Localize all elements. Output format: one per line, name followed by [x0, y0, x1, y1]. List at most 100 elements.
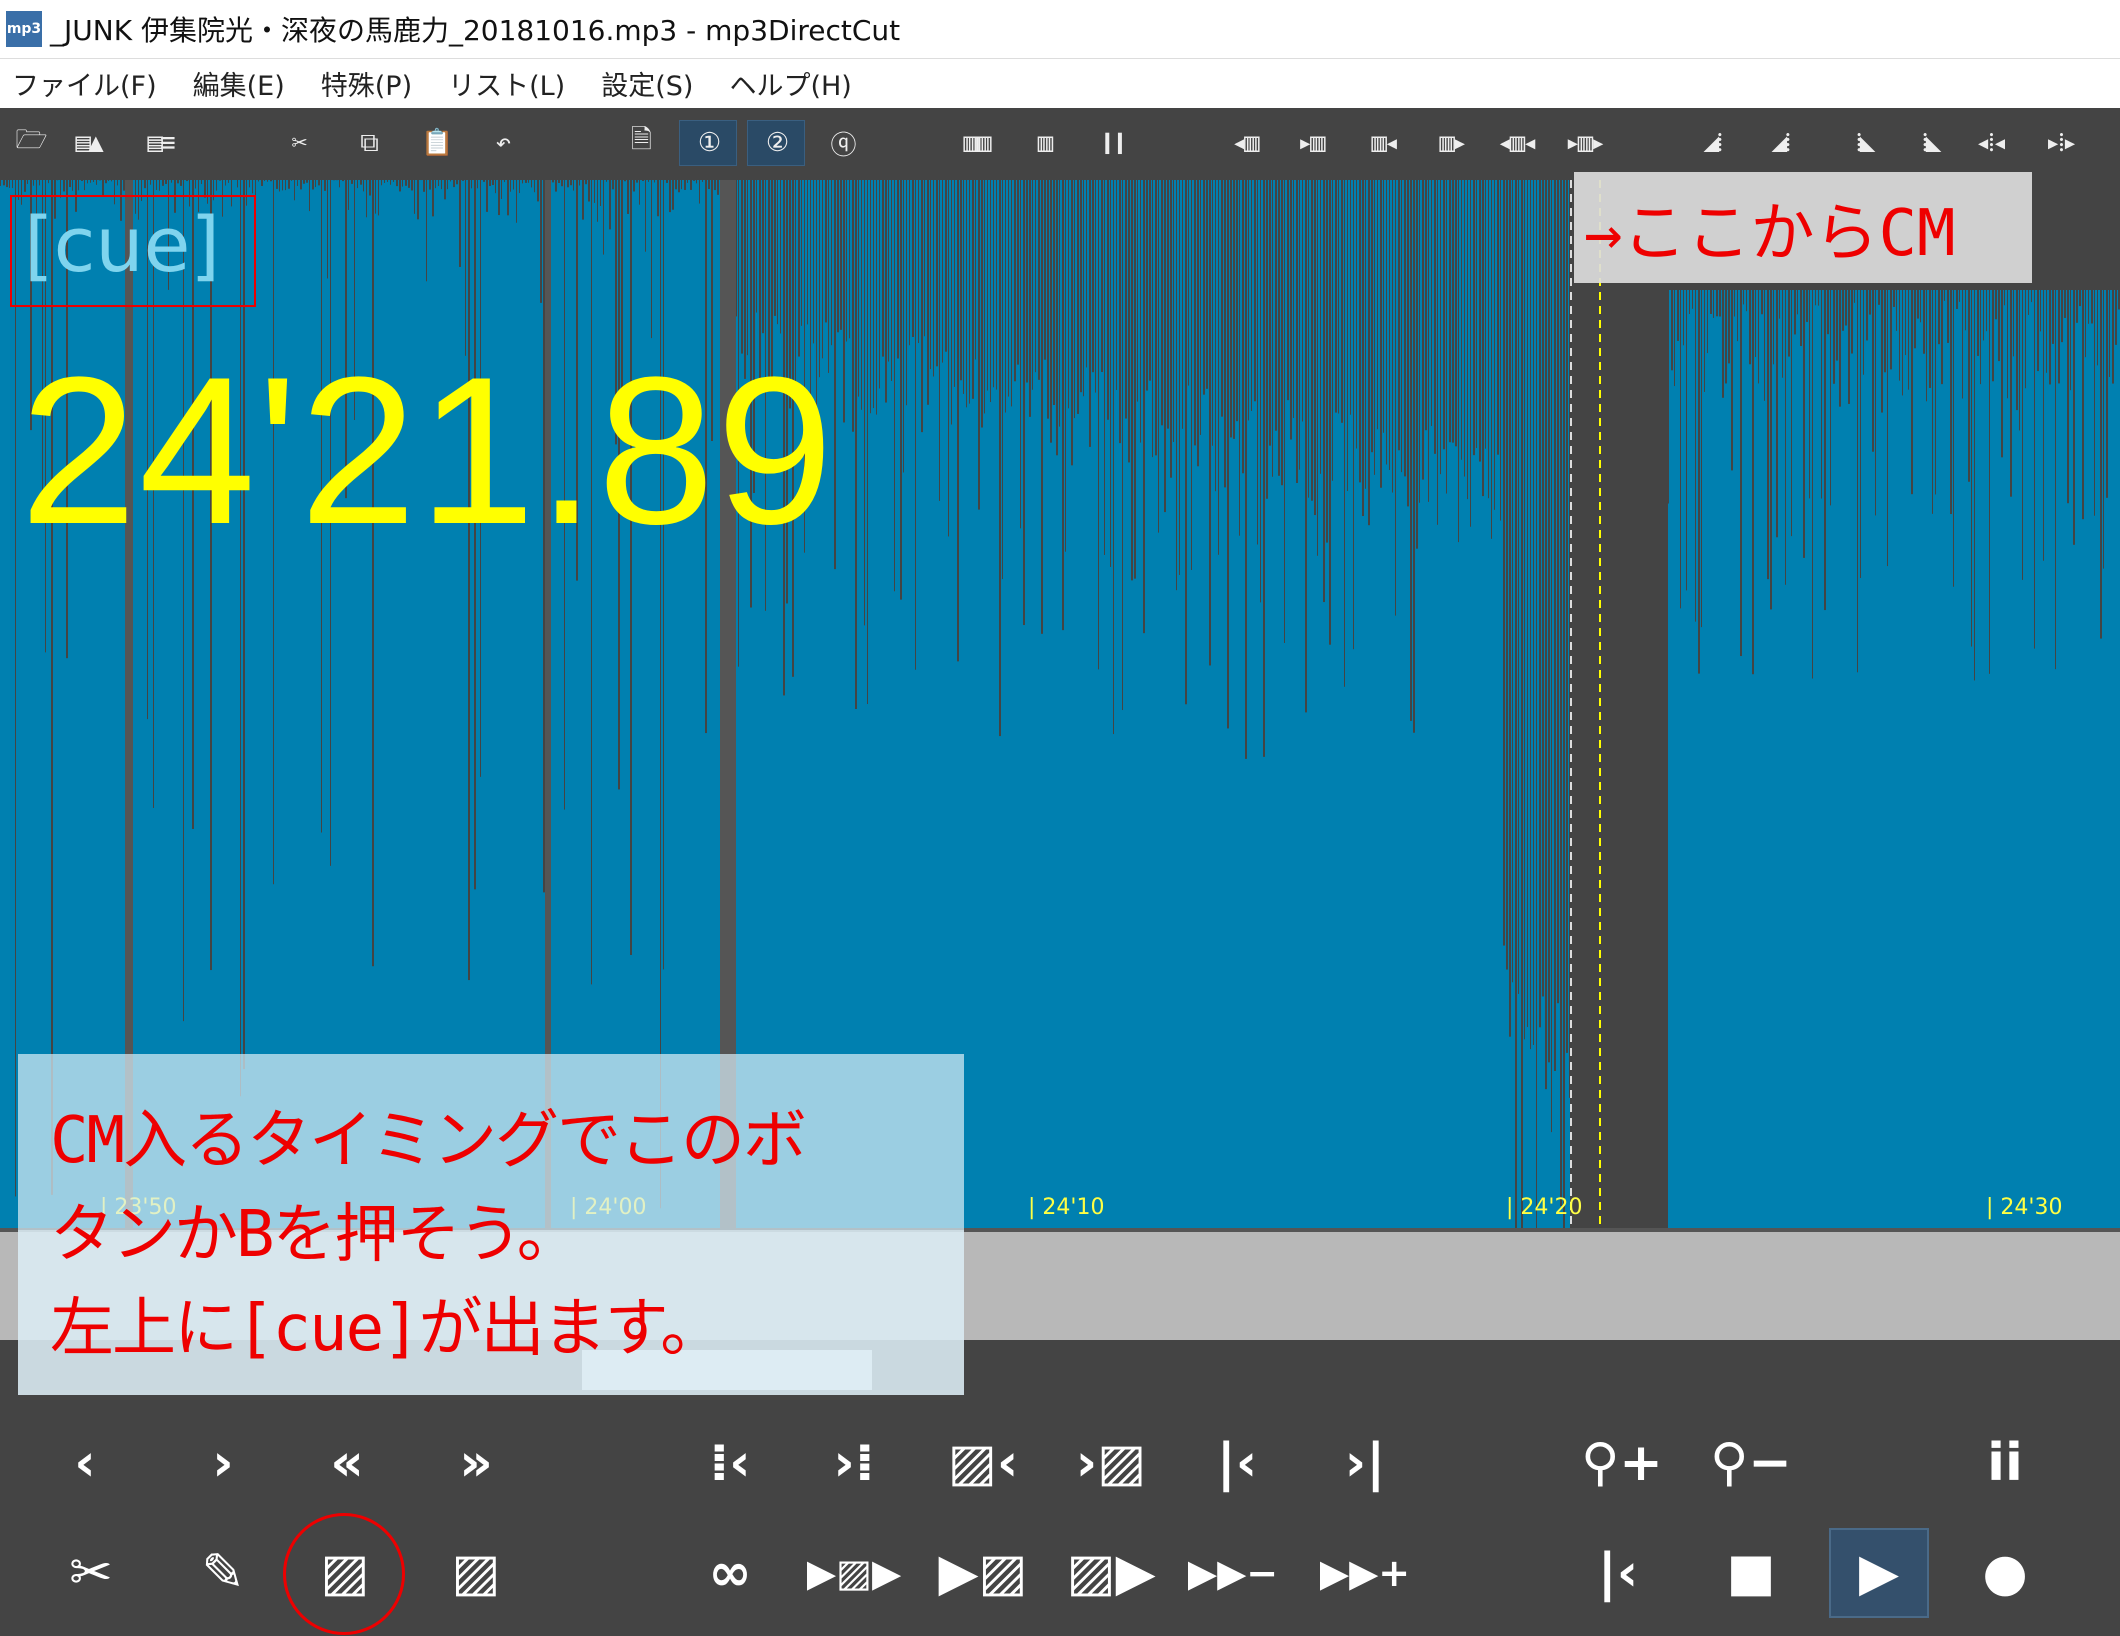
info-icon[interactable]: ii — [1955, 1418, 2055, 1508]
waveform-gap — [1332, 180, 1333, 481]
go-sel-start-icon[interactable]: ⁞‹ — [680, 1418, 780, 1508]
cut-icon[interactable]: ✂ — [269, 120, 327, 166]
pencil-icon[interactable]: ✎ — [173, 1528, 273, 1618]
loop-icon[interactable]: ∞ — [680, 1528, 780, 1618]
waveform-gap — [1371, 180, 1373, 453]
waveform-gap — [1542, 180, 1544, 997]
fade-in-left-icon[interactable]: ◢⁞ — [1683, 120, 1741, 166]
arrow-left-marker-icon[interactable]: ◂▥ — [1215, 120, 1273, 166]
fast-forward-icon[interactable]: » — [426, 1418, 526, 1508]
zoom-out-icon[interactable]: ⚲− — [1701, 1418, 1801, 1508]
waveform-gap — [72, 180, 73, 191]
waveform-gap — [900, 180, 902, 600]
play-icon[interactable]: ▶ — [1829, 1528, 1929, 1618]
menu-item[interactable]: 特殊(P) — [321, 64, 412, 103]
page-icon[interactable]: 🗎 — [611, 120, 669, 166]
record-icon[interactable]: ● — [1955, 1528, 2055, 1618]
waveform-gap — [2058, 180, 2060, 384]
waveform-gap — [1503, 180, 1505, 946]
waveform-gap — [315, 180, 316, 188]
waveform-gap — [1002, 180, 1003, 580]
waveform-gap — [1281, 180, 1283, 486]
menu-item[interactable]: ヘルプ(H) — [729, 64, 851, 103]
waveform-gap — [453, 180, 455, 188]
waveform-gap — [957, 180, 959, 662]
speed-up-icon[interactable]: ▶▶+ — [1315, 1528, 1415, 1618]
waveform-gap — [441, 180, 442, 190]
waveform-gap — [2070, 180, 2071, 391]
menu-item[interactable]: 設定(S) — [601, 64, 693, 103]
marker-expand-icon[interactable]: ▸▥▸ — [1555, 120, 1613, 166]
marker-arrow-left-icon[interactable]: ▥◂ — [1355, 120, 1413, 166]
waveform-gap — [807, 180, 808, 325]
go-start-icon[interactable]: |‹ — [1187, 1418, 1287, 1508]
marker-arrow-right-icon[interactable]: ▥▸ — [1423, 120, 1481, 166]
split-left-icon[interactable]: ◂⁞◂ — [1961, 120, 2019, 166]
scissors-icon[interactable]: ✂ — [41, 1528, 141, 1618]
page-q-icon[interactable]: ⓠ — [813, 120, 871, 166]
marker-squeeze-icon[interactable]: ◂▥◂ — [1487, 120, 1545, 166]
waveform-gap — [456, 180, 458, 185]
split-right-icon[interactable]: ▸⁞▸ — [2031, 120, 2089, 166]
menu-item[interactable]: ファイル(F) — [12, 64, 157, 103]
waveform-gap — [1251, 180, 1252, 411]
page-2-icon[interactable]: ② — [747, 120, 805, 166]
waveform-gap — [558, 180, 560, 183]
fade-out-left-icon[interactable]: ⁞◣ — [1835, 120, 1893, 166]
waveform-gap — [459, 180, 461, 267]
waveform-gap — [1395, 180, 1396, 616]
waveform-gap — [369, 180, 371, 196]
waveform-gap — [6, 180, 8, 188]
page-1-icon[interactable]: ① — [679, 120, 737, 166]
marker-many-icon[interactable]: ▥▥ — [947, 120, 1005, 166]
fade-out-right-icon[interactable]: ⁞◣ — [1901, 120, 1959, 166]
waveform-gap — [1296, 180, 1298, 483]
waveform-gap — [993, 180, 994, 388]
go-block-end-icon[interactable]: ›▨ — [1061, 1418, 1161, 1508]
waveform-gap — [582, 180, 584, 220]
prev-icon[interactable]: ‹ — [35, 1418, 135, 1508]
waveform-gap — [1035, 180, 1036, 373]
undo-icon[interactable]: ↶ — [473, 120, 531, 166]
waveform-gap — [225, 180, 226, 186]
waveform-gap — [1086, 180, 1087, 368]
waveform-gap — [1455, 180, 1457, 447]
play-to-marker-icon[interactable]: ▶▨ — [933, 1528, 1033, 1618]
play-from-marker-icon[interactable]: ▨▶ — [1061, 1528, 1161, 1618]
pause-bars-icon[interactable]: ❙❙ — [1083, 120, 1141, 166]
rewind-icon[interactable]: « — [297, 1418, 397, 1508]
block-icon[interactable]: ▨ — [426, 1528, 526, 1618]
marker-icon[interactable]: ▥ — [1015, 120, 1073, 166]
zoom-in-icon[interactable]: ⚲+ — [1572, 1418, 1672, 1508]
waveform-gap — [762, 180, 764, 334]
speed-down-icon[interactable]: ▶▶− — [1183, 1528, 1283, 1618]
save-audio-icon[interactable]: ▤▲ — [59, 120, 117, 166]
waveform-gap — [2055, 180, 2056, 670]
next-icon[interactable]: › — [173, 1418, 273, 1508]
copy-icon[interactable]: ⧉ — [339, 120, 397, 166]
waveform-gap — [897, 180, 899, 359]
go-sel-end-icon[interactable]: ›⁞ — [804, 1418, 904, 1508]
open-folder-icon[interactable]: 🗁 — [1, 120, 59, 166]
waveform-gap — [360, 180, 362, 185]
menu-item[interactable]: リスト(L) — [448, 64, 565, 103]
waveform-gap — [1566, 180, 1568, 1053]
waveform-gap — [1419, 180, 1420, 503]
waveform-gap — [390, 180, 391, 185]
waveform-gap — [939, 180, 940, 501]
stop-icon[interactable]: ■ — [1701, 1528, 1801, 1618]
fade-in-right-icon[interactable]: ◢⁞ — [1751, 120, 1809, 166]
arrow-right-marker-icon[interactable]: ▸▥ — [1281, 120, 1339, 166]
waveform-gap — [981, 180, 983, 428]
waveform-gap — [1365, 180, 1366, 489]
waveform-gap — [513, 180, 514, 190]
paste-icon[interactable]: 📋 — [407, 120, 465, 166]
go-block-start-icon[interactable]: ▨‹ — [933, 1418, 1033, 1508]
save-list-icon[interactable]: ▤≡ — [131, 120, 189, 166]
play-block-icon[interactable]: ▶▨▶ — [804, 1528, 904, 1618]
waveform-gap — [597, 180, 598, 222]
menu-item[interactable]: 編集(E) — [193, 64, 285, 103]
skip-start-icon[interactable]: |‹ — [1568, 1528, 1668, 1618]
go-end-icon[interactable]: ›| — [1315, 1418, 1415, 1508]
annotation-instructions: CM入るタイミングでこのボ タンかBを押そう。 左上に[cue]が出ます。 — [18, 1054, 964, 1395]
